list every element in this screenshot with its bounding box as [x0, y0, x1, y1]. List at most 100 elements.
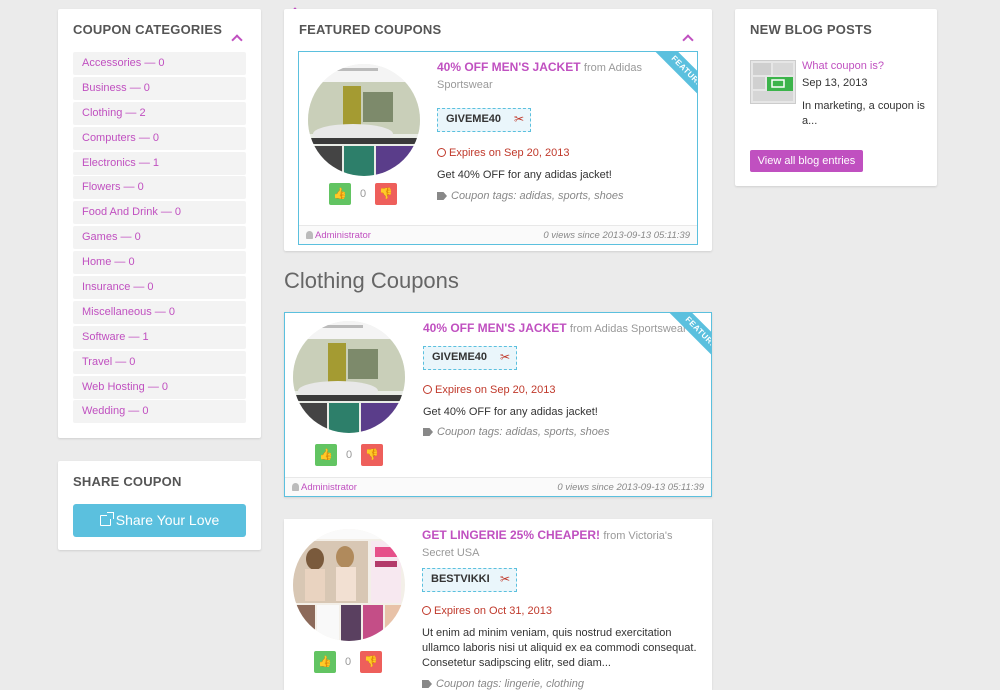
user-icon — [306, 231, 313, 239]
tags-text: Coupon tags: lingerie, clothing — [436, 678, 584, 690]
coupon-code-text: GIVEME40 — [446, 113, 502, 125]
coupon-image-lingerie[interactable] — [293, 529, 405, 641]
category-item-computers[interactable]: Computers — 0 — [73, 126, 246, 150]
clothing-coupon-card-1: 👍 0 👎 40% OFF MEN'S JACKET from Adidas S… — [284, 312, 712, 497]
vote-controls: 👍 0 👎 — [315, 444, 383, 466]
clock-icon — [422, 606, 431, 615]
coupon-title[interactable]: GET LINGERIE 25% CHEAPER! from Victoria'… — [422, 527, 692, 561]
category-item-clothing[interactable]: Clothing — 2 — [73, 101, 246, 125]
coupon-code[interactable]: GIVEME40 ✂ — [437, 108, 531, 132]
blog-post-excerpt: In marketing, a coupon is a... — [802, 100, 925, 127]
coupon-tags: Coupon tags: adidas, sports, shoes — [423, 426, 609, 438]
category-item-business[interactable]: Business — 0 — [73, 76, 246, 100]
tag-icon — [423, 428, 433, 436]
coupon-image-jacket[interactable] — [293, 321, 405, 433]
coupon-expiry: Expires on Oct 31, 2013 — [422, 605, 552, 617]
featured-coupons-panel: FEATURED COUPONS 👍 0 👎 40% OFF MEN'S JAC… — [284, 9, 712, 251]
category-item-software[interactable]: Software — 1 — [73, 325, 246, 349]
author-link[interactable]: Administrator — [306, 226, 371, 244]
scissors-icon: ✂ — [499, 350, 510, 364]
coupon-code[interactable]: GIVEME40 ✂ — [423, 346, 517, 370]
category-list: Accessories — 0 Business — 0 Clothing — … — [73, 52, 246, 425]
category-item-home[interactable]: Home — 0 — [73, 251, 246, 275]
coupon-image-jacket[interactable] — [308, 64, 420, 176]
expiry-text: Expires on Sep 20, 2013 — [449, 147, 570, 159]
featured-title: FEATURED COUPONS — [299, 22, 442, 37]
coupon-categories-panel: COUPON CATEGORIES Accessories — 0 Busine… — [58, 7, 301, 438]
collapse-chevron-up-icon[interactable] — [682, 34, 694, 46]
view-count: 0 views since 2013-09-13 05:11:39 — [543, 230, 690, 241]
category-item-games[interactable]: Games — 0 — [73, 226, 246, 250]
expiry-text: Expires on Sep 20, 2013 — [435, 384, 556, 396]
vote-count: 0 — [344, 656, 352, 668]
coupon-description: Get 40% OFF for any adidas jacket! — [423, 406, 598, 418]
scissors-icon: ✂ — [499, 572, 510, 586]
coupon-description: Ut enim ad minim veniam, quis nostrud ex… — [422, 627, 697, 669]
blog-title: NEW BLOG POSTS — [750, 22, 872, 37]
coupon-title-text[interactable]: 40% OFF MEN'S JACKET — [437, 60, 581, 74]
coupon-footer: Administrator 0 views since 2013-09-13 0… — [285, 477, 711, 496]
coupon-description: Get 40% OFF for any adidas jacket! — [437, 169, 612, 181]
vote-count: 0 — [359, 188, 367, 200]
external-link-icon — [99, 512, 114, 526]
vote-count: 0 — [345, 449, 353, 461]
clothing-coupon-card-2: 👍 0 👎 GET LINGERIE 25% CHEAPER! from Vic… — [284, 519, 712, 690]
thumbs-down-icon[interactable]: 👎 — [360, 651, 382, 673]
vote-controls: 👍 0 👎 — [329, 183, 397, 205]
share-your-love-button[interactable]: Share Your Love — [73, 504, 246, 537]
thumbs-down-icon[interactable]: 👎 — [361, 444, 383, 466]
author-text[interactable]: Administrator — [301, 482, 357, 493]
coupon-tags: Coupon tags: adidas, sports, shoes — [437, 190, 623, 202]
coupon-title[interactable]: 40% OFF MEN'S JACKET from Adidas Sportsw… — [437, 59, 667, 93]
tags-text: Coupon tags: adidas, sports, shoes — [437, 426, 610, 438]
coupon-code-text: BESTVIKKI — [431, 573, 490, 585]
category-item-wedding[interactable]: Wedding — 0 — [73, 400, 246, 424]
collapse-chevron-up-icon[interactable] — [231, 34, 243, 46]
view-all-blog-entries-button[interactable]: View all blog entries — [750, 150, 863, 172]
author-link[interactable]: Administrator — [292, 478, 357, 496]
expiry-text: Expires on Oct 31, 2013 — [434, 605, 553, 617]
tag-icon — [437, 192, 447, 200]
thumbs-down-icon[interactable]: 👎 — [375, 183, 397, 205]
clock-icon — [423, 385, 432, 394]
tag-icon — [422, 680, 432, 688]
coupon-title-text[interactable]: 40% OFF MEN'S JACKET — [423, 321, 567, 335]
thumbs-up-icon[interactable]: 👍 — [315, 444, 337, 466]
category-item-travel[interactable]: Travel — 0 — [73, 350, 246, 374]
category-item-accessories[interactable]: Accessories — 0 — [73, 52, 246, 75]
share-title: SHARE COUPON — [73, 474, 182, 489]
scissors-icon: ✂ — [513, 112, 524, 126]
user-icon — [292, 483, 299, 491]
coupon-code-text: GIVEME40 — [432, 351, 488, 363]
coupon-code[interactable]: BESTVIKKI ✂ — [422, 568, 517, 592]
tags-text: Coupon tags: adidas, sports, shoes — [451, 190, 624, 202]
author-text[interactable]: Administrator — [315, 230, 371, 241]
new-blog-posts-panel: NEW BLOG POSTS What coupon is? Sep 13, 2… — [735, 9, 937, 186]
category-item-flowers[interactable]: Flowers — 0 — [73, 176, 246, 200]
coupon-title-text[interactable]: GET LINGERIE 25% CHEAPER! — [422, 528, 600, 542]
coupon-expiry: Expires on Sep 20, 2013 — [437, 147, 569, 159]
coupon-expiry: Expires on Sep 20, 2013 — [423, 384, 555, 396]
category-item-electronics[interactable]: Electronics — 1 — [73, 151, 246, 175]
section-heading: Clothing Coupons — [284, 268, 459, 293]
featured-coupon-card: 👍 0 👎 40% OFF MEN'S JACKET from Adidas S… — [298, 51, 698, 245]
thumbs-up-icon[interactable]: 👍 — [329, 183, 351, 205]
coupon-tags: Coupon tags: lingerie, clothing — [422, 678, 584, 690]
category-item-miscellaneous[interactable]: Miscellaneous — 0 — [73, 300, 246, 324]
category-item-web-hosting[interactable]: Web Hosting — 0 — [73, 375, 246, 399]
share-button-label: Share Your Love — [115, 512, 220, 528]
coupon-footer: Administrator 0 views since 2013-09-13 0… — [299, 225, 697, 244]
vote-controls: 👍 0 👎 — [314, 651, 382, 673]
thumbs-up-icon[interactable]: 👍 — [314, 651, 336, 673]
categories-title: COUPON CATEGORIES — [73, 22, 223, 37]
view-count: 0 views since 2013-09-13 05:11:39 — [557, 482, 704, 493]
coupon-store: from Adidas Sportswear — [569, 323, 687, 335]
clock-icon — [437, 148, 446, 157]
category-item-food-and-drink[interactable]: Food And Drink — 0 — [73, 201, 246, 225]
share-coupon-panel: SHARE COUPON Share Your Love — [58, 461, 261, 550]
blog-post-date: Sep 13, 2013 — [802, 77, 868, 89]
category-item-insurance[interactable]: Insurance — 0 — [73, 276, 246, 300]
coupon-title[interactable]: 40% OFF MEN'S JACKET from Adidas Sportsw… — [423, 320, 711, 337]
blog-thumbnail[interactable] — [750, 60, 796, 104]
blog-post-link[interactable]: What coupon is? — [802, 60, 884, 72]
